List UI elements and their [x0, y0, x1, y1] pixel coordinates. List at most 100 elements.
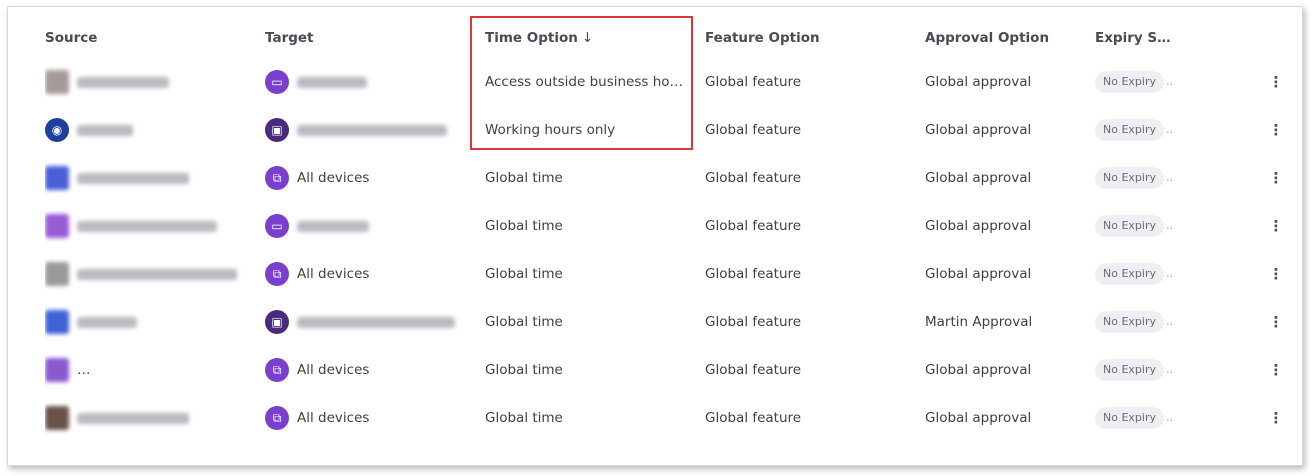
redacted-source-name [77, 364, 245, 376]
row-actions-button[interactable]: ⋮ [1266, 58, 1286, 106]
avatar [45, 310, 69, 334]
feature-option-cell: Global feature [705, 362, 802, 378]
expiry-status-cell: No Expiry.. [1095, 346, 1175, 394]
devices-icon: ⧉ [265, 166, 289, 190]
redacted-target-name [297, 316, 455, 328]
expiry-status-cell: No Expiry.. [1095, 154, 1175, 202]
avatar [45, 214, 69, 238]
more-vertical-icon: ⋮ [1268, 313, 1284, 331]
source-cell [45, 346, 245, 394]
approval-option-cell: Global approval [925, 74, 1032, 90]
time-option-cell: Global time [485, 218, 563, 234]
row-actions-button[interactable]: ⋮ [1266, 250, 1286, 298]
header-feature-option[interactable]: Feature Option [705, 14, 905, 62]
row-actions-button[interactable]: ⋮ [1266, 202, 1286, 250]
more-vertical-icon: ⋮ [1268, 217, 1284, 235]
source-cell [45, 250, 245, 298]
truncation-ellipsis: .. [1166, 363, 1173, 376]
avatar [45, 166, 69, 190]
table-row[interactable]: ▣ Global time Global feature Martin Appr… [8, 298, 1302, 346]
row-actions-button[interactable]: ⋮ [1266, 298, 1286, 346]
redacted-source-name [77, 172, 189, 184]
expiry-status-cell: No Expiry.. [1095, 298, 1175, 346]
header-time-label: Time Option [485, 30, 578, 46]
time-option-cell: Global time [485, 410, 563, 426]
truncation-ellipsis: .. [1166, 171, 1173, 184]
redacted-source-name [77, 412, 189, 424]
expiry-badge: No Expiry [1095, 71, 1164, 93]
redacted-source-name [77, 268, 237, 280]
expiry-status-cell: No Expiry.. [1095, 58, 1175, 106]
more-vertical-icon: ⋮ [1268, 409, 1284, 427]
redacted-source-name [77, 76, 169, 88]
expiry-badge: No Expiry [1095, 119, 1164, 141]
table-row[interactable]: ▭ Access outside business hours Global f… [8, 58, 1302, 106]
row-actions-button[interactable]: ⋮ [1266, 154, 1286, 202]
expiry-badge: No Expiry [1095, 263, 1164, 285]
approval-option-cell: Global approval [925, 410, 1032, 426]
header-approval-label: Approval Option [925, 30, 1050, 46]
source-cell [45, 394, 245, 442]
source-cell [45, 298, 245, 346]
expiry-status-cell: No Expiry.. [1095, 106, 1175, 154]
row-actions-button[interactable]: ⋮ [1266, 346, 1286, 394]
header-approval-option[interactable]: Approval Option [925, 14, 1085, 62]
feature-option-cell: Global feature [705, 122, 802, 138]
expiry-badge: No Expiry [1095, 167, 1164, 189]
truncation-ellipsis: .. [1166, 75, 1173, 88]
header-target-label: Target [265, 30, 314, 46]
time-option-cell: Access outside business hours [485, 74, 685, 90]
expiry-status-cell: No Expiry.. [1095, 202, 1175, 250]
sort-descending-icon: ↓ [581, 30, 594, 46]
more-vertical-icon: ⋮ [1268, 361, 1284, 379]
user-group-icon: ◉ [45, 118, 69, 142]
header-time-option[interactable]: Time Option ↓ [485, 14, 685, 62]
header-source[interactable]: Source [45, 14, 245, 62]
target-cell: ⧉ All devices [265, 394, 465, 442]
table-row[interactable]: ◉ ▣ Working hours only Global feature Gl… [8, 106, 1302, 154]
target-cell: ▣ [265, 106, 465, 154]
avatar [45, 262, 69, 286]
target-label: All devices [297, 170, 370, 186]
table-row[interactable]: ▭ Global time Global feature Global appr… [8, 202, 1302, 250]
target-cell: ▭ [265, 58, 465, 106]
target-cell: ▣ [265, 298, 465, 346]
approval-option-cell: Global approval [925, 122, 1032, 138]
target-label: All devices [297, 410, 370, 426]
time-option-cell: Global time [485, 314, 563, 330]
target-cell: ⧉ All devices [265, 154, 465, 202]
table-row[interactable]: ⧉ All devices Global time Global feature … [8, 346, 1302, 394]
more-vertical-icon: ⋮ [1268, 169, 1284, 187]
expiry-status-cell: No Expiry.. [1095, 394, 1175, 442]
target-label: All devices [297, 266, 370, 282]
truncation-ellipsis: .. [1166, 123, 1173, 136]
feature-option-cell: Global feature [705, 314, 802, 330]
time-option-cell: Global time [485, 170, 563, 186]
feature-option-cell: Global feature [705, 218, 802, 234]
table-row[interactable]: ⧉ All devices Global time Global feature … [8, 250, 1302, 298]
device-group-icon: ▣ [265, 118, 289, 142]
devices-icon: ⧉ [265, 358, 289, 382]
table-header: Source Target Time Option ↓ Feature Optio… [8, 14, 1302, 62]
row-actions-button[interactable]: ⋮ [1266, 394, 1286, 442]
truncation-ellipsis: .. [1166, 411, 1173, 424]
more-vertical-icon: ⋮ [1268, 121, 1284, 139]
time-option-cell: Global time [485, 266, 563, 282]
source-cell [45, 154, 245, 202]
target-cell: ⧉ All devices [265, 250, 465, 298]
feature-option-cell: Global feature [705, 74, 802, 90]
header-expiry-label: Expiry St... [1095, 30, 1175, 46]
redacted-source-name [77, 124, 133, 136]
table-row[interactable]: ⧉ All devices Global time Global feature … [8, 394, 1302, 442]
approval-option-cell: Global approval [925, 362, 1032, 378]
redacted-target-name [297, 76, 367, 88]
row-actions-button[interactable]: ⋮ [1266, 106, 1286, 154]
header-expiry-status[interactable]: Expiry St... [1095, 14, 1175, 62]
avatar [45, 406, 69, 430]
approval-option-cell: Global approval [925, 218, 1032, 234]
avatar [45, 70, 69, 94]
header-target[interactable]: Target [265, 14, 465, 62]
devices-icon: ⧉ [265, 406, 289, 430]
target-cell: ⧉ All devices [265, 346, 465, 394]
table-row[interactable]: ⧉ All devices Global time Global feature … [8, 154, 1302, 202]
